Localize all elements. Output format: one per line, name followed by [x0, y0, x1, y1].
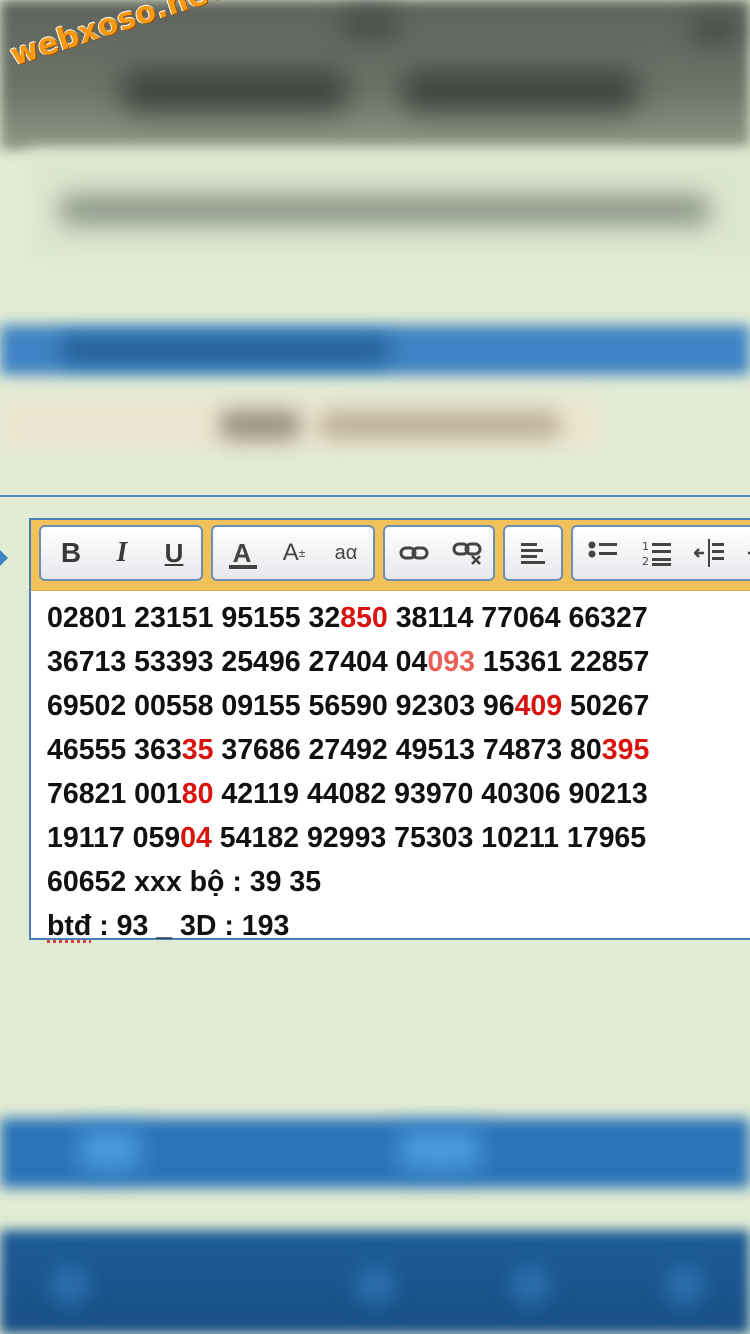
text-segment: 15361 22857	[475, 646, 649, 678]
highlighted-number: btđ	[47, 910, 91, 942]
text-segment: 38114 77064 66327	[388, 602, 648, 634]
text-line: 19117 05904 54182 92993 75303 10211 1796…	[47, 816, 747, 860]
bullet-list-icon	[588, 540, 618, 566]
font-group: A A ± aα	[211, 525, 375, 581]
link-group	[383, 525, 495, 581]
blurred-header-text	[120, 70, 350, 110]
blurred-band-highlight	[80, 1130, 140, 1170]
blurred-header-icon	[340, 10, 400, 40]
blurred-nav-icon	[510, 1265, 550, 1305]
italic-button[interactable]: I	[97, 527, 147, 579]
text-line: 36713 53393 25496 27404 04093 15361 2285…	[47, 640, 747, 684]
blurred-band-title	[60, 338, 390, 362]
blurred-info-text	[320, 412, 560, 438]
text-line: 76821 00180 42119 44082 93970 40306 9021…	[47, 772, 747, 816]
highlighted-number: 850	[340, 602, 388, 634]
text-segment: 60652 xxx bộ : 39 35	[47, 866, 321, 898]
underline-button[interactable]: U	[149, 527, 199, 579]
outdent-icon	[694, 539, 724, 567]
text-line: 60652 xxx bộ : 39 35	[47, 860, 747, 904]
text-style-group: B I U	[39, 525, 203, 581]
unlink-icon	[452, 540, 484, 566]
align-group	[503, 525, 563, 581]
blurred-header-icon	[690, 15, 740, 45]
align-left-button[interactable]	[507, 527, 559, 579]
rich-text-editor: B I U A A ± aα 1 2 02801 23151 95155 328…	[29, 518, 750, 940]
font-color-button[interactable]: A	[213, 527, 271, 579]
remove-format-button[interactable]: aα	[319, 527, 373, 579]
unlink-button[interactable]	[441, 527, 495, 579]
editor-toolbar: B I U A A ± aα 1 2	[31, 520, 750, 591]
text-line: 69502 00558 09155 56590 92303 96409 5026…	[47, 684, 747, 728]
highlighted-number: 04	[180, 822, 212, 854]
text-segment: 50267	[562, 690, 649, 722]
text-segment: 54182 92993 75303 10211 17965	[212, 822, 646, 854]
indent-button[interactable]	[735, 527, 750, 579]
highlighted-number: 80	[182, 778, 214, 810]
link-icon	[399, 543, 429, 563]
blurred-nav-icon	[50, 1265, 90, 1305]
numbered-list-button[interactable]: 1 2	[631, 527, 683, 579]
font-size-sup: ±	[299, 546, 306, 560]
text-segment: 19117 059	[47, 822, 180, 854]
text-segment: 02801 23151 95155 32	[47, 602, 340, 634]
remove-format-icon: aα	[335, 542, 358, 565]
arrow-right-icon	[0, 550, 8, 566]
bullet-list-button[interactable]	[577, 527, 629, 579]
highlighted-number: 093	[427, 646, 475, 678]
font-color-icon: A	[233, 538, 252, 569]
numbered-list-icon: 1 2	[642, 539, 672, 567]
highlighted-number: 395	[602, 734, 650, 766]
text-line: 02801 23151 95155 32850 38114 77064 6632…	[47, 596, 747, 640]
highlighted-number: 35	[182, 734, 214, 766]
text-line: btđ : 93 _ 3D : 193	[47, 904, 747, 948]
text-segment: 37686 27492 49513 74873 80	[213, 734, 601, 766]
font-size-icon: A	[283, 539, 299, 567]
text-segment: 46555 363	[47, 734, 182, 766]
blurred-info-text	[220, 410, 300, 440]
list-group: 1 2	[571, 525, 750, 581]
blurred-band-highlight	[400, 1130, 480, 1170]
font-size-button[interactable]: A ±	[267, 527, 321, 579]
text-segment: 36713 53393 25496 27404 04	[47, 646, 427, 678]
indent-icon	[736, 539, 750, 567]
blurred-nav-icon	[665, 1265, 705, 1305]
editor-content-area[interactable]: 02801 23151 95155 32850 38114 77064 6632…	[47, 596, 747, 948]
color-bar	[229, 565, 257, 569]
text-segment: 69502 00558 09155 56590 92303 96	[47, 690, 515, 722]
align-left-icon	[520, 541, 546, 565]
svg-text:1: 1	[642, 540, 649, 553]
blurred-panel-text	[60, 195, 710, 225]
text-line: 46555 36335 37686 27492 49513 74873 8039…	[47, 728, 747, 772]
insert-link-button[interactable]	[387, 527, 441, 579]
text-segment: : 93 _ 3D : 193	[91, 910, 289, 942]
outdent-button[interactable]	[683, 527, 735, 579]
blurred-header-text	[400, 70, 640, 110]
bold-button[interactable]: B	[47, 527, 95, 579]
blurred-nav-icon	[355, 1265, 395, 1305]
svg-text:2: 2	[642, 555, 649, 567]
highlighted-number: 409	[515, 690, 563, 722]
text-segment: 76821 001	[47, 778, 182, 810]
text-segment: 42119 44082 93970 40306 90213	[213, 778, 647, 810]
